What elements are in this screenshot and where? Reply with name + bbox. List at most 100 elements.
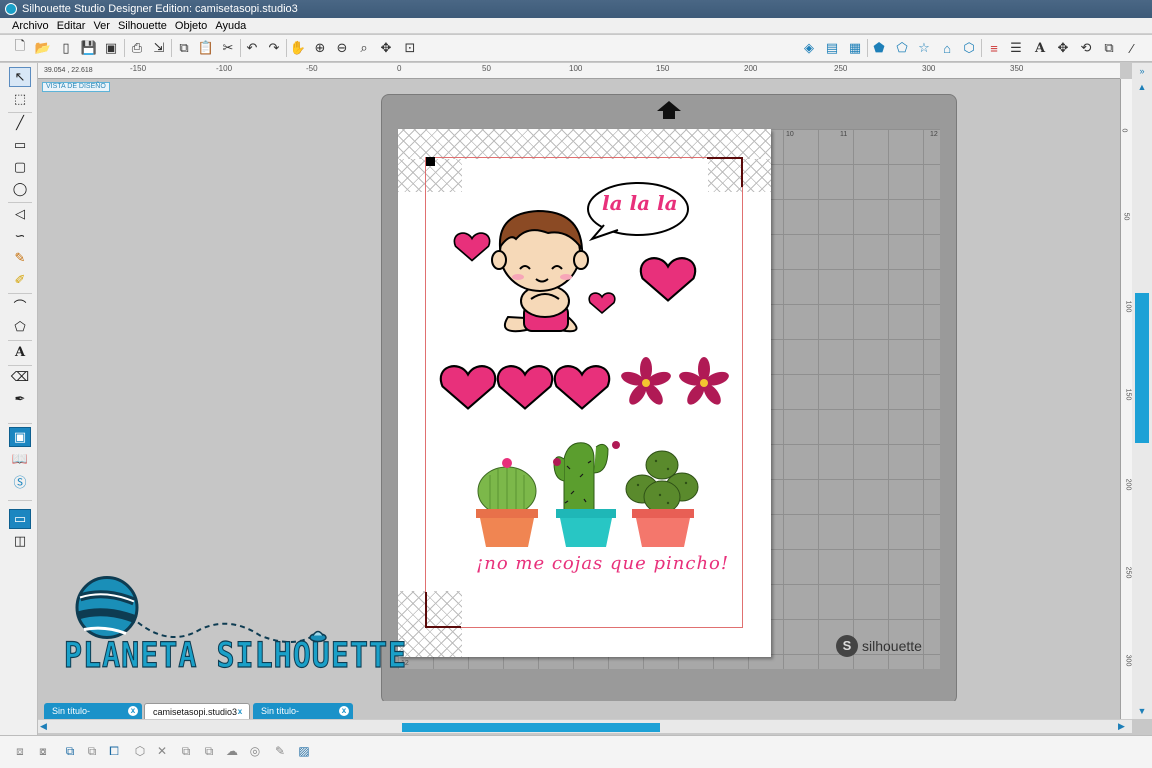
curve-tool-icon[interactable]: ∽ <box>9 226 31 246</box>
scroll-left-icon[interactable]: ◀ <box>40 721 47 732</box>
arc-tool-icon[interactable]: ⌒ <box>9 295 31 315</box>
panel-expand-icon[interactable]: » <box>1136 65 1148 77</box>
shape-icon[interactable]: ⬟ <box>869 38 889 58</box>
print-icon[interactable]: ⎙ <box>127 38 147 58</box>
layer-icon[interactable]: ▨ <box>294 741 314 761</box>
open-library-icon[interactable]: ▯ <box>56 38 76 58</box>
zoom-out-icon[interactable]: ⊖ <box>332 38 352 58</box>
knife-icon[interactable]: ⁄ <box>1122 38 1142 58</box>
design-view-icon[interactable]: ▣ <box>9 427 31 447</box>
send-to-silhouette-icon[interactable]: ⇲ <box>149 38 169 58</box>
cactus-round[interactable] <box>476 458 538 547</box>
trace-paint-icon[interactable]: ✎ <box>270 741 290 761</box>
tab-sin-titulo-2[interactable]: Sin título-2.studio3 x <box>253 703 353 732</box>
new-document-icon[interactable]: 🗋 <box>10 38 30 58</box>
close-icon[interactable]: x <box>128 706 138 716</box>
menu-silhouette[interactable]: Silhouette <box>114 20 171 32</box>
star-icon[interactable]: ☆ <box>914 38 934 58</box>
menu-editar[interactable]: Editar <box>53 20 90 32</box>
ellipse-tool-icon[interactable]: ◯ <box>9 179 31 199</box>
heart-row-2[interactable] <box>496 365 554 410</box>
regular-polygon-tool-icon[interactable]: ⬠ <box>9 317 31 337</box>
horizontal-scrollbar[interactable]: ◀ ▶ <box>38 719 1132 733</box>
compound-path-icon[interactable]: ⧉ <box>60 741 80 761</box>
rotate-icon[interactable]: ⟲ <box>1076 38 1096 58</box>
knife-tool-icon[interactable]: ✒ <box>9 389 31 409</box>
trace-icon[interactable]: ⬡ <box>959 38 979 58</box>
knockout-icon[interactable]: ☁ <box>222 741 242 761</box>
close-icon[interactable]: x <box>235 707 245 717</box>
redo-icon[interactable]: ↷ <box>264 38 284 58</box>
freehand-tool-icon[interactable]: ✎ <box>9 248 31 268</box>
single-view-icon[interactable]: ▭ <box>9 509 31 529</box>
copy-icon[interactable]: ⧉ <box>174 38 194 58</box>
zoom-select-icon[interactable]: ⌕ <box>354 38 374 58</box>
grid-icon[interactable]: ▦ <box>845 38 865 58</box>
tab-sin-titulo-1[interactable]: Sin título-1.studio3 x <box>44 703 142 732</box>
line-tool-icon[interactable]: ╱ <box>9 113 31 133</box>
eraser-tool-icon[interactable]: ⌫ <box>9 367 31 387</box>
heart-row-3[interactable] <box>553 365 611 410</box>
heart-large-right[interactable] <box>639 257 697 302</box>
weld-icon[interactable]: ⬡ <box>130 741 150 761</box>
ungroup-icon[interactable]: ⧇ <box>33 741 53 761</box>
save-as-icon[interactable]: ▣ <box>101 38 121 58</box>
heart-row-1[interactable] <box>439 365 497 410</box>
transform-icon[interactable]: ✥ <box>1053 38 1073 58</box>
flower-right[interactable] <box>677 357 730 408</box>
menu-ayuda[interactable]: Ayuda <box>211 20 250 32</box>
close-icon[interactable]: x <box>339 706 349 716</box>
polygon-tool-icon[interactable]: ◁ <box>9 204 31 224</box>
heart-small-left[interactable] <box>453 232 491 262</box>
library-icon[interactable]: 📖 <box>9 449 31 469</box>
save-icon[interactable]: 💾 <box>79 38 99 58</box>
send-to-back-icon[interactable]: ⧉ <box>199 741 219 761</box>
line-style-icon[interactable]: ≡ <box>984 38 1004 58</box>
cactus-tall[interactable] <box>553 441 620 547</box>
menu-ver[interactable]: Ver <box>89 20 114 32</box>
text-style-icon[interactable]: A <box>1030 38 1050 58</box>
delete-icon[interactable]: ✕ <box>152 741 172 761</box>
move-icon[interactable]: ✥ <box>376 38 396 58</box>
home-icon[interactable]: ⌂ <box>937 38 957 58</box>
fill-icon[interactable]: ◈ <box>799 38 819 58</box>
baby-illustration[interactable] <box>491 209 589 333</box>
paste-icon[interactable]: 📋 <box>196 38 216 58</box>
duplicate-icon[interactable]: ⧠ <box>104 741 124 761</box>
cut-icon[interactable]: ✂ <box>218 38 238 58</box>
replicate-icon[interactable]: ⧉ <box>1099 38 1119 58</box>
undo-icon[interactable]: ↶ <box>242 38 262 58</box>
smooth-freehand-tool-icon[interactable]: ✐ <box>9 270 31 290</box>
release-compound-icon[interactable]: ⧉ <box>82 741 102 761</box>
rectangle-tool-icon[interactable]: ▭ <box>9 135 31 155</box>
bring-to-front-icon[interactable]: ⧉ <box>176 741 196 761</box>
vertical-scrollbar[interactable]: » ▲ ▼ <box>1132 63 1152 719</box>
horizontal-scroll-thumb[interactable] <box>402 723 660 732</box>
design-artwork[interactable] <box>398 129 771 657</box>
split-view-icon[interactable]: ◫ <box>9 531 31 551</box>
edit-points-icon[interactable]: ⬚ <box>9 89 31 109</box>
scroll-right-icon[interactable]: ▶ <box>1118 721 1125 732</box>
page-settings-icon[interactable]: ▤ <box>822 38 842 58</box>
flower-left[interactable] <box>619 357 672 408</box>
heart-small-right[interactable] <box>588 292 616 315</box>
rounded-rectangle-tool-icon[interactable]: ▢ <box>9 157 31 177</box>
menu-objeto[interactable]: Objeto <box>171 20 211 32</box>
text-tool-icon[interactable]: A <box>9 342 31 362</box>
line-weight-icon[interactable]: ☰ <box>1006 38 1026 58</box>
tab-camisetasopi[interactable]: camisetasopi.studio3 x <box>144 703 250 719</box>
scroll-down-icon[interactable]: ▼ <box>1136 705 1148 717</box>
online-store-icon[interactable]: Ⓢ <box>9 471 31 491</box>
open-icon[interactable]: 📂 <box>33 38 53 58</box>
cactus-prickly-pear[interactable] <box>625 450 699 547</box>
pan-icon[interactable]: ✋ <box>288 38 308 58</box>
scroll-up-icon[interactable]: ▲ <box>1136 81 1148 93</box>
select-tool-icon[interactable]: ↖ <box>9 67 31 87</box>
polygon-icon[interactable]: ⬠ <box>892 38 912 58</box>
fit-page-icon[interactable]: ⊡ <box>400 38 420 58</box>
zoom-in-icon[interactable]: ⊕ <box>310 38 330 58</box>
menu-archivo[interactable]: Archivo <box>8 20 53 32</box>
group-icon[interactable]: ⧈ <box>10 741 30 761</box>
vertical-scroll-thumb[interactable] <box>1135 293 1149 443</box>
offset-icon[interactable]: ◎ <box>245 741 265 761</box>
